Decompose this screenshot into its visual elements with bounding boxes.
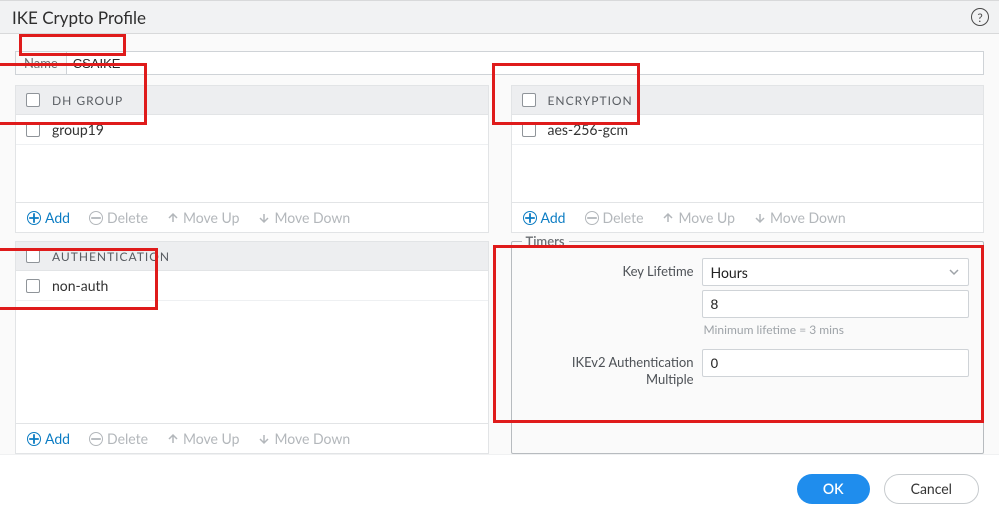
help-icon[interactable]: ? <box>971 8 989 26</box>
ikev2-multiple-input[interactable] <box>702 349 970 377</box>
encryption-header-label: ENCRYPTION <box>548 93 633 108</box>
dialog-title: IKE Crypto Profile <box>12 7 971 28</box>
row-checkbox[interactable] <box>26 279 40 293</box>
timers-fieldset: Timers Key Lifetime Hours Minimum l <box>511 241 985 454</box>
dh-group-header: DH GROUP <box>16 86 488 115</box>
arrow-up-icon <box>662 212 674 224</box>
dh-group-selectall-checkbox[interactable] <box>26 93 40 107</box>
row-label: aes-256-gcm <box>548 121 629 138</box>
name-row: Name <box>15 51 984 75</box>
movedown-button[interactable]: Move Down <box>251 426 357 452</box>
delete-button[interactable]: Delete <box>82 426 155 452</box>
arrow-down-icon <box>754 212 766 224</box>
encryption-selectall-checkbox[interactable] <box>522 93 536 107</box>
chevron-down-icon <box>948 264 960 281</box>
ok-button[interactable]: OK <box>797 474 870 504</box>
name-input[interactable] <box>66 51 984 75</box>
key-lifetime-unit-select[interactable]: Hours <box>702 258 970 286</box>
add-button[interactable]: Add <box>516 205 573 231</box>
moveup-button[interactable]: Move Up <box>160 426 246 452</box>
authentication-header: AUTHENTICATION <box>16 242 488 271</box>
add-button[interactable]: Add <box>20 205 77 231</box>
cancel-button[interactable]: Cancel <box>884 474 979 504</box>
dh-group-header-label: DH GROUP <box>52 93 123 108</box>
delete-button[interactable]: Delete <box>82 205 155 231</box>
dh-group-toolbar: Add Delete Move Up <box>16 202 488 232</box>
row-checkbox[interactable] <box>26 123 40 137</box>
ike-crypto-profile-dialog: IKE Crypto Profile ? Name DH GROUP <box>0 0 999 522</box>
delete-button[interactable]: Delete <box>578 205 651 231</box>
dialog-titlebar: IKE Crypto Profile ? <box>0 0 999 34</box>
authentication-list: AUTHENTICATION non-auth Add <box>15 241 489 454</box>
timers-legend: Timers <box>522 233 569 249</box>
key-lifetime-label: Key Lifetime <box>526 258 694 280</box>
moveup-button[interactable]: Move Up <box>160 205 246 231</box>
authentication-header-label: AUTHENTICATION <box>52 249 170 264</box>
encryption-list: ENCRYPTION aes-256-gcm Add <box>511 85 985 233</box>
arrow-down-icon <box>258 433 270 445</box>
key-lifetime-value-input[interactable] <box>702 290 970 318</box>
list-item[interactable]: group19 <box>16 115 488 145</box>
encryption-toolbar: Add Delete Move Up Move Down <box>512 202 984 232</box>
authentication-selectall-checkbox[interactable] <box>26 249 40 263</box>
dh-group-list: DH GROUP group19 Add <box>15 85 489 233</box>
key-lifetime-row: Key Lifetime Hours Minimum lifetime = 3 … <box>526 258 970 337</box>
arrow-down-icon <box>258 212 270 224</box>
list-item[interactable]: aes-256-gcm <box>512 115 984 145</box>
movedown-button[interactable]: Move Down <box>251 205 357 231</box>
list-item[interactable]: non-auth <box>16 271 488 301</box>
arrow-up-icon <box>167 433 179 445</box>
row-label: group19 <box>52 121 104 138</box>
moveup-button[interactable]: Move Up <box>655 205 741 231</box>
key-lifetime-helper: Minimum lifetime = 3 mins <box>702 322 970 337</box>
arrow-up-icon <box>167 212 179 224</box>
row-checkbox[interactable] <box>522 123 536 137</box>
ikev2-multiple-label: IKEv2 Authentication Multiple <box>526 349 694 388</box>
row-label: non-auth <box>52 277 108 294</box>
encryption-header: ENCRYPTION <box>512 86 984 115</box>
authentication-toolbar: Add Delete Move Up Move Down <box>16 423 488 453</box>
movedown-button[interactable]: Move Down <box>747 205 853 231</box>
dialog-footer: OK Cancel <box>0 454 999 522</box>
name-label: Name <box>15 51 66 75</box>
ikev2-multiple-row: IKEv2 Authentication Multiple <box>526 349 970 388</box>
add-button[interactable]: Add <box>20 426 77 452</box>
